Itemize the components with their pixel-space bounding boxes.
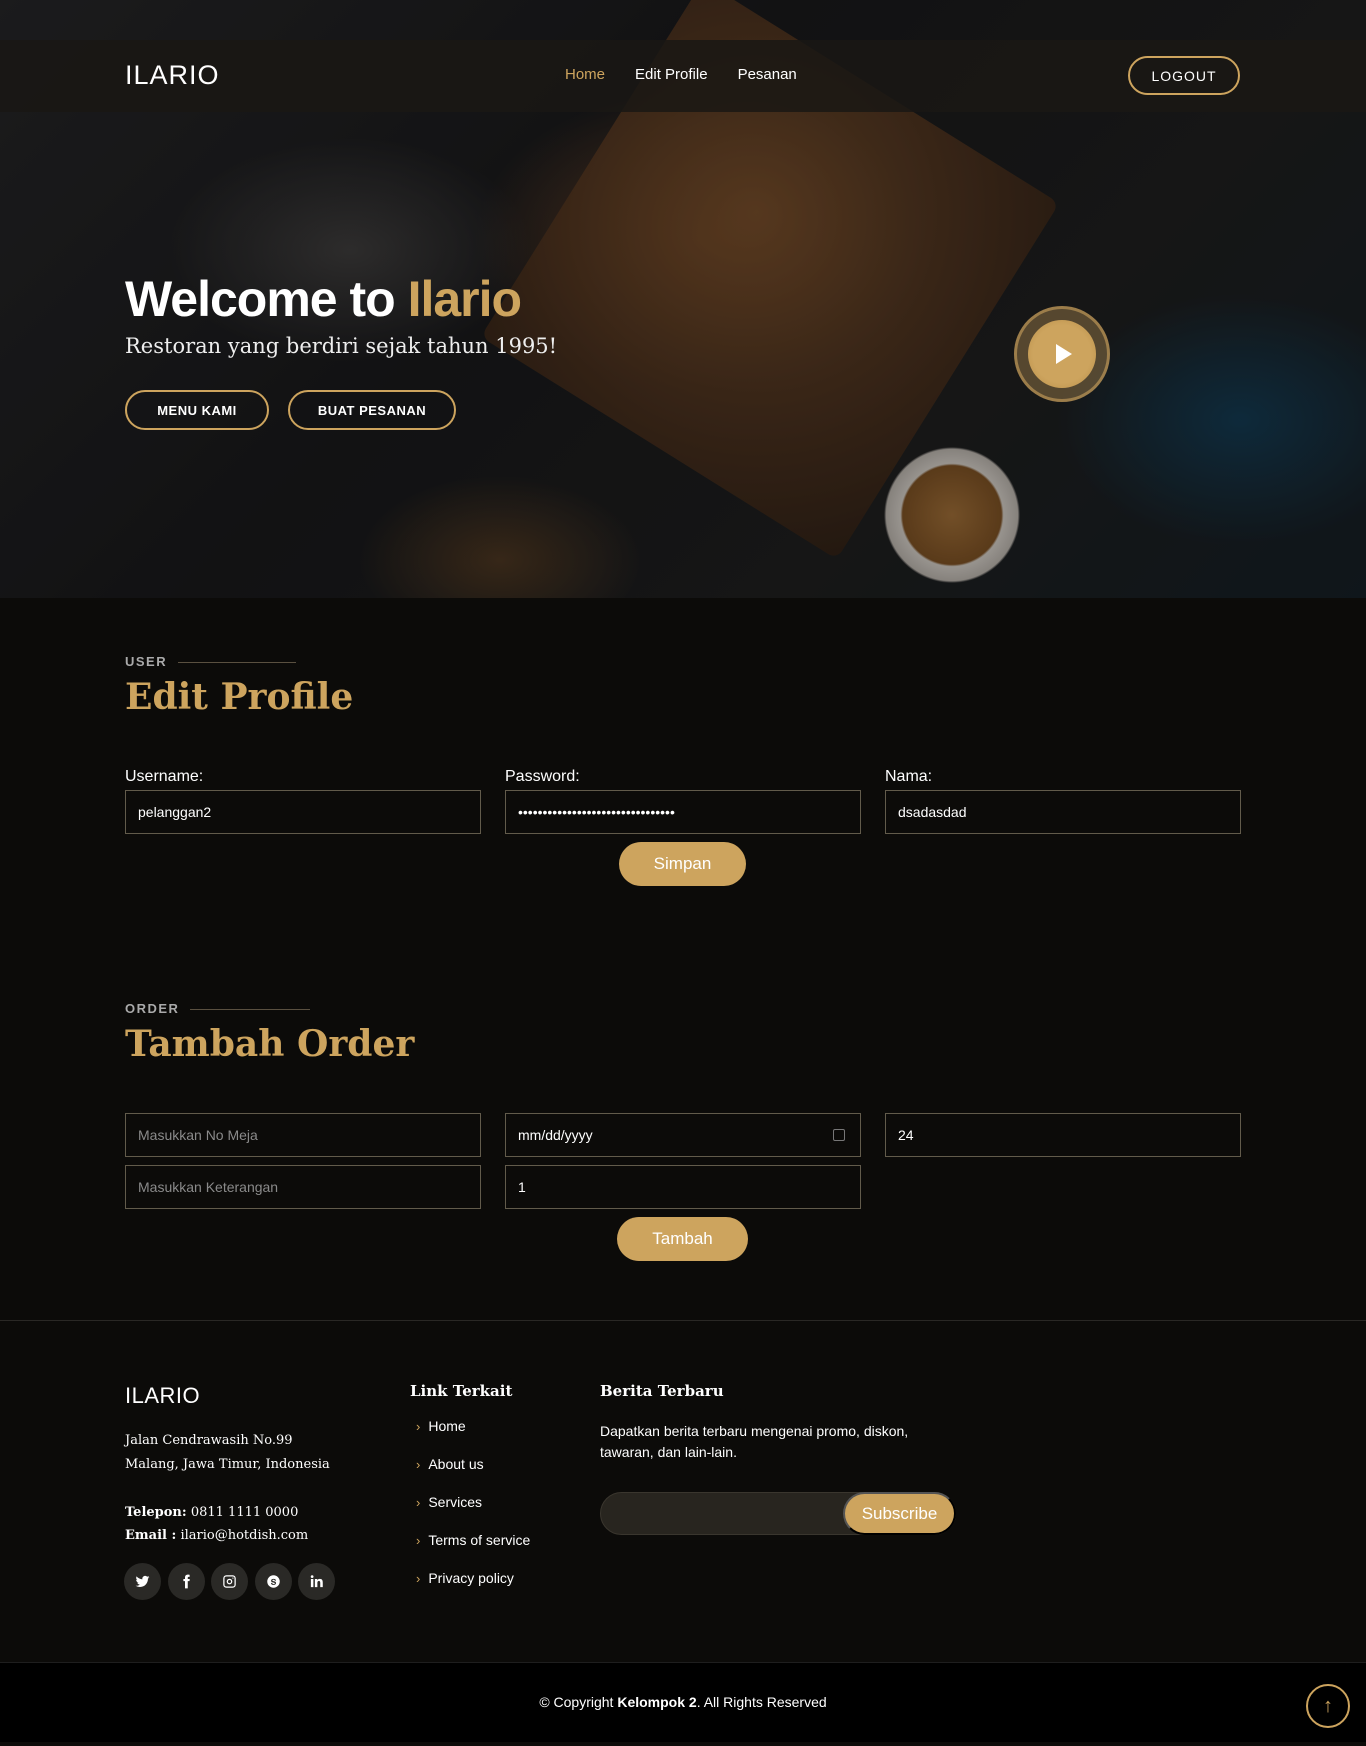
back-to-top-button[interactable]: ↑: [1306, 1684, 1350, 1728]
chevron-right-icon: ›: [416, 1570, 421, 1586]
skype-button[interactable]: [255, 1563, 292, 1600]
calendar-icon[interactable]: [833, 1129, 845, 1141]
subscribe-button[interactable]: Subscribe: [843, 1492, 956, 1535]
twitter-icon: [135, 1575, 150, 1587]
password-label: Password:: [505, 768, 580, 785]
nama-input[interactable]: [885, 790, 1241, 834]
footer-address-1: Jalan Cendrawasih No.99: [125, 1433, 293, 1448]
footer-link-about[interactable]: › About us: [416, 1456, 484, 1472]
nav-edit-profile[interactable]: Edit Profile: [635, 66, 708, 83]
chevron-right-icon: ›: [416, 1532, 421, 1548]
order-label-line: [190, 1009, 310, 1010]
footer-email: Email : ilario@hotdish.com: [125, 1528, 309, 1543]
main-nav: Home Edit Profile Pesanan: [565, 66, 797, 83]
logout-button[interactable]: LOGOUT: [1128, 56, 1240, 95]
order-section-label: ORDER: [125, 1001, 180, 1016]
instagram-icon: [223, 1575, 236, 1588]
no-meja-input[interactable]: [125, 1113, 481, 1157]
chevron-right-icon: ›: [416, 1456, 421, 1472]
menu-kami-button[interactable]: MENU KAMI: [125, 390, 269, 430]
password-input[interactable]: [505, 790, 861, 834]
arrow-up-icon: ↑: [1323, 1694, 1333, 1717]
news-heading: Berita Terbaru: [600, 1382, 724, 1400]
order-section-title: Tambah Order: [125, 1023, 415, 1065]
footer-phone: Telepon: 0811 1111 0000: [125, 1505, 299, 1520]
hero-title: Welcome to Ilario: [125, 271, 522, 327]
linkedin-icon: [310, 1575, 323, 1588]
footer-link-home[interactable]: › Home: [416, 1418, 466, 1434]
news-description: Dapatkan berita terbaru mengenai promo, …: [600, 1423, 909, 1460]
hero-title-accent: Ilario: [407, 271, 522, 327]
footer-link-privacy[interactable]: › Privacy policy: [416, 1570, 514, 1586]
nama-label: Nama:: [885, 768, 933, 785]
play-video-button[interactable]: [1028, 320, 1096, 388]
site-logo[interactable]: ILARIO: [125, 60, 220, 91]
footer-link-terms[interactable]: › Terms of service: [416, 1532, 530, 1548]
order-third-input[interactable]: [885, 1113, 1241, 1157]
username-input[interactable]: [125, 790, 481, 834]
keterangan-input[interactable]: [125, 1165, 481, 1209]
simpan-button[interactable]: Simpan: [619, 842, 746, 886]
links-heading: Link Terkait: [410, 1382, 513, 1400]
date-input[interactable]: [505, 1113, 861, 1157]
hero-subtitle: Restoran yang berdiri sejak tahun 1995!: [125, 334, 558, 358]
twitter-button[interactable]: [124, 1563, 161, 1600]
facebook-button[interactable]: [168, 1563, 205, 1600]
facebook-icon: [183, 1574, 190, 1589]
buat-pesanan-button[interactable]: BUAT PESANAN: [288, 390, 456, 430]
instagram-button[interactable]: [211, 1563, 248, 1600]
chevron-right-icon: ›: [416, 1418, 421, 1434]
profile-label-line: [178, 662, 296, 663]
copyright-text: © Copyright Kelompok 2. All Rights Reser…: [539, 1694, 827, 1710]
nav-home[interactable]: Home: [565, 66, 605, 83]
username-label: Username:: [125, 768, 204, 785]
skype-icon: [267, 1575, 280, 1588]
play-icon: [1056, 344, 1072, 364]
profile-section-title: Edit Profile: [125, 676, 354, 718]
tambah-button[interactable]: Tambah: [617, 1217, 748, 1261]
chevron-right-icon: ›: [416, 1494, 421, 1510]
footer-link-services[interactable]: › Services: [416, 1494, 482, 1510]
quantity-input[interactable]: [505, 1165, 861, 1209]
footer: [0, 1320, 1366, 1662]
linkedin-button[interactable]: [298, 1563, 335, 1600]
footer-logo: ILARIO: [125, 1383, 201, 1408]
profile-section-label: USER: [125, 654, 168, 669]
nav-pesanan[interactable]: Pesanan: [738, 66, 797, 83]
footer-address-2: Malang, Jawa Timur, Indonesia: [125, 1457, 330, 1472]
